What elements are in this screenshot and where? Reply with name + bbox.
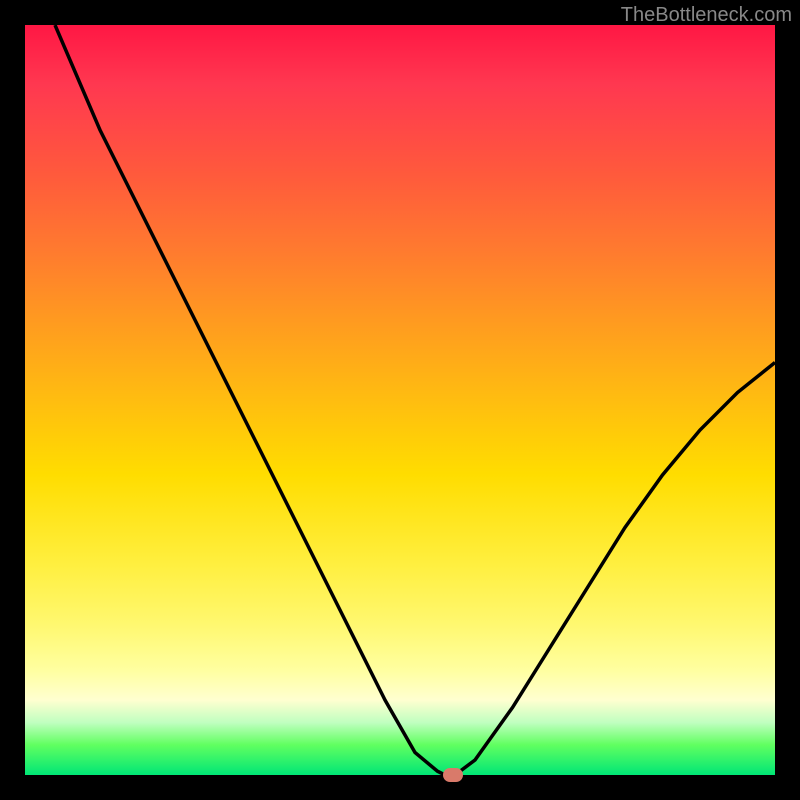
curve-svg bbox=[25, 25, 775, 775]
watermark-text: TheBottleneck.com bbox=[621, 4, 792, 27]
plot-area bbox=[25, 25, 775, 775]
chart-container: TheBottleneck.com bbox=[0, 0, 800, 800]
optimal-point-marker bbox=[443, 768, 463, 782]
bottleneck-curve bbox=[55, 25, 775, 775]
